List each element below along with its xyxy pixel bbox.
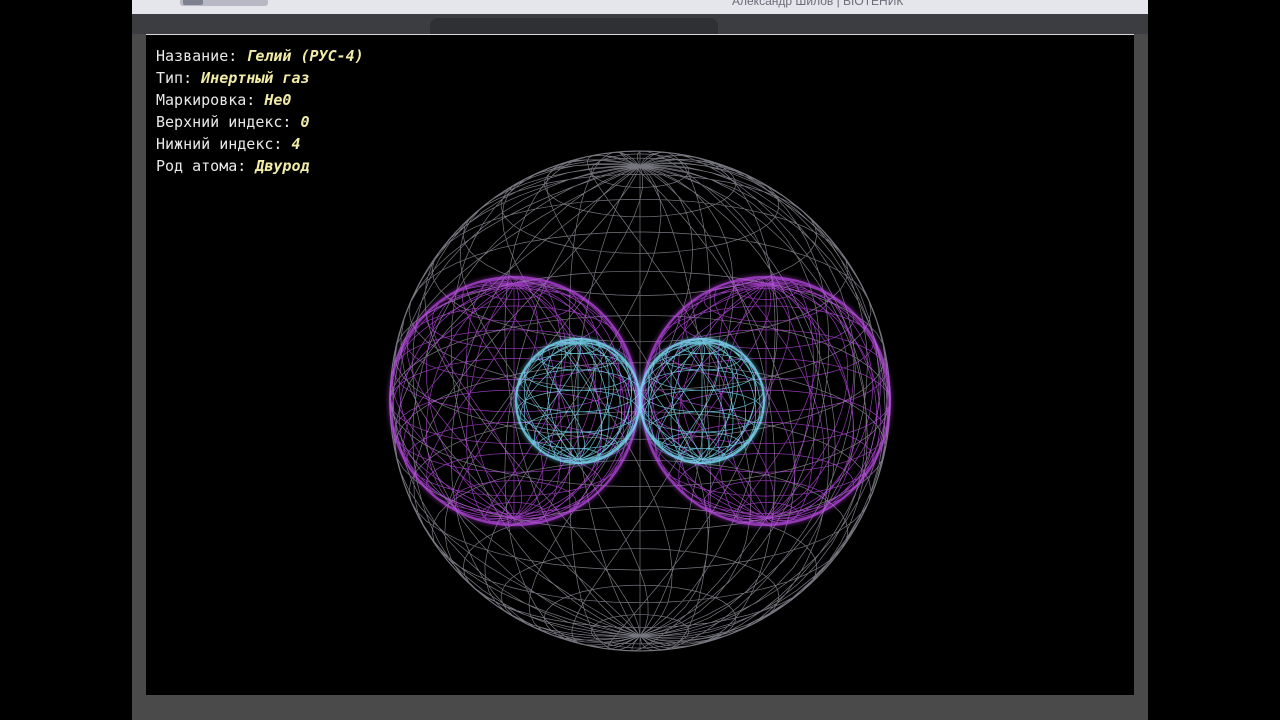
info-row-upper-index: Верхний индекс: 0 bbox=[156, 111, 364, 133]
title-bar: Александр Шилов | BIOТЕНИК bbox=[132, 0, 1148, 14]
info-row-name: Название: Гелий (РУС-4) bbox=[156, 45, 364, 67]
element-info-panel: Название: Гелий (РУС-4) Тип: Инертный га… bbox=[156, 45, 364, 177]
render-canvas[interactable]: Название: Гелий (РУС-4) Тип: Инертный га… bbox=[146, 34, 1134, 695]
info-label: Маркировка: bbox=[156, 91, 256, 109]
info-label: Нижний индекс: bbox=[156, 135, 283, 153]
tab-badge-icon bbox=[183, 0, 203, 5]
info-value: Инертный газ bbox=[201, 69, 310, 87]
info-row-lower-index: Нижний индекс: 4 bbox=[156, 133, 364, 155]
sphere-mesh bbox=[389, 276, 639, 526]
info-label: Род атома: bbox=[156, 157, 247, 175]
info-value: 0 bbox=[300, 113, 310, 131]
info-row-atom-kind: Род атома: Двурод bbox=[156, 155, 364, 177]
app-window: Александр Шилов | BIOТЕНИК Название: Гел… bbox=[132, 0, 1148, 720]
info-row-type: Тип: Инертный газ bbox=[156, 67, 364, 89]
info-value: He0 bbox=[264, 91, 292, 109]
wireframe-sphere-inner-left-icon bbox=[514, 337, 642, 465]
address-pill[interactable] bbox=[430, 18, 718, 34]
info-row-marking: Маркировка: He0 bbox=[156, 89, 364, 111]
info-value: Гелий (РУС-4) bbox=[246, 47, 364, 65]
info-value: 4 bbox=[291, 135, 301, 153]
header-caption: Александр Шилов | BIOТЕНИК bbox=[732, 0, 904, 8]
wireframe-sphere-inner-right-icon bbox=[638, 337, 766, 465]
info-label: Название: bbox=[156, 47, 238, 65]
info-label: Тип: bbox=[156, 69, 193, 87]
wireframe-sphere-middle-left-icon bbox=[388, 275, 640, 527]
info-value: Двурод bbox=[255, 157, 310, 175]
info-label: Верхний индекс: bbox=[156, 113, 292, 131]
